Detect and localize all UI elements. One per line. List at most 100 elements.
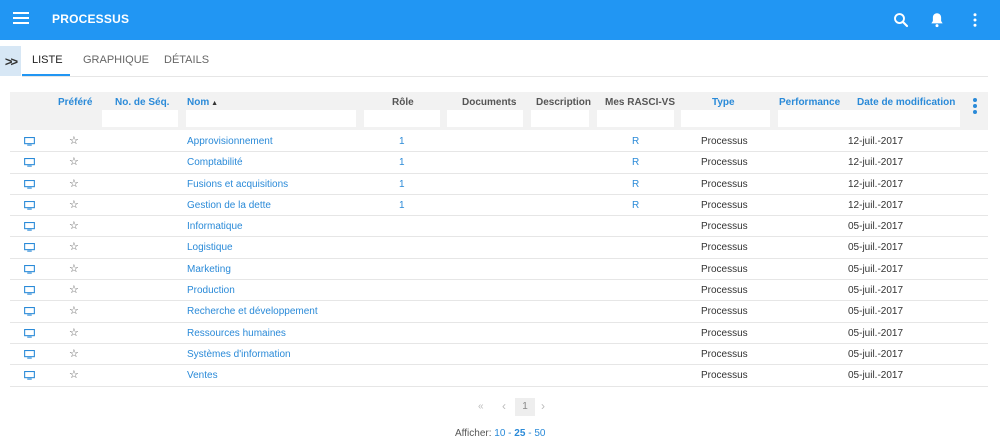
col-seq[interactable]: No. de Séq. (115, 97, 169, 108)
rasci-value[interactable]: R (632, 200, 639, 211)
filter-seq-input[interactable] (102, 110, 178, 127)
monitor-icon[interactable] (24, 200, 35, 210)
table-row[interactable]: ☆ Fusions et acquisitions 1 R Processus 12-ju… (10, 174, 988, 195)
page-size-25[interactable]: 25 (514, 428, 525, 439)
table-row[interactable]: ☆ Logistique Processus 05-juil.-2017 (10, 237, 988, 259)
col-type[interactable]: Type (712, 97, 735, 108)
table-row[interactable]: ☆ Ventes Processus 05-juil.-2017 (10, 365, 988, 387)
star-icon[interactable]: ☆ (69, 347, 79, 360)
table-row[interactable]: ☆ Informatique Processus 05-juil.-2017 (10, 216, 988, 238)
process-name-link[interactable]: Informatique (187, 221, 243, 232)
rasci-value[interactable]: R (632, 179, 639, 190)
expand-icon[interactable]: >> (0, 46, 21, 76)
star-icon[interactable]: ☆ (69, 177, 79, 190)
star-icon[interactable]: ☆ (69, 134, 79, 147)
table-row[interactable]: ☆ Recherche et développement Processus 05-j… (10, 301, 988, 323)
star-icon[interactable]: ☆ (69, 326, 79, 339)
filter-nom-input[interactable] (186, 110, 356, 127)
star-icon[interactable]: ☆ (69, 368, 79, 381)
date-value: 12-juil.-2017 (848, 199, 904, 211)
more-vert-icon[interactable] (966, 11, 984, 29)
tab-liste[interactable]: LISTE (32, 54, 63, 66)
role-count[interactable]: 1 (399, 136, 405, 147)
filter-documents-input[interactable] (447, 110, 523, 127)
table-row[interactable]: ☆ Comptabilité 1 R Processus 12-juil.-2017 (10, 152, 988, 174)
process-name-link[interactable]: Marketing (187, 264, 231, 275)
process-name-link[interactable]: Systèmes d'information (187, 349, 291, 360)
monitor-icon[interactable] (24, 179, 35, 189)
filter-description-input[interactable] (531, 110, 589, 127)
process-name-link[interactable]: Ressources humaines (187, 328, 286, 339)
column-options-icon[interactable] (973, 98, 977, 116)
monitor-icon[interactable] (24, 243, 35, 253)
current-page[interactable]: 1 (515, 398, 535, 416)
process-name-link[interactable]: Approvisionnement (187, 136, 273, 147)
process-name-link[interactable]: Recherche et développement (187, 306, 318, 317)
date-value: 12-juil.-2017 (848, 157, 904, 169)
col-prefere[interactable]: Préféré (58, 97, 92, 108)
col-role[interactable]: Rôle (392, 97, 414, 108)
date-value: 12-juil.-2017 (848, 178, 904, 190)
type-value: Processus (701, 306, 748, 318)
prev-page-icon[interactable]: ‹ (502, 399, 506, 413)
star-icon[interactable]: ☆ (69, 155, 79, 168)
process-name-link[interactable]: Production (187, 285, 235, 296)
monitor-icon[interactable] (24, 222, 35, 231)
role-count[interactable]: 1 (399, 157, 405, 168)
monitor-icon[interactable] (24, 371, 35, 380)
table-row[interactable]: ☆ Approvisionnement 1 R Processus 12-juil.-20… (10, 131, 988, 153)
filter-rasci-input[interactable] (597, 110, 674, 127)
table-row[interactable]: ☆ Production Processus 05-juil.-2017 (10, 280, 988, 302)
page-size-50[interactable]: 50 (534, 428, 545, 439)
table-body: ☆ Approvisionnement 1 R Processus 12-juil.-20… (10, 131, 988, 387)
filter-type-input[interactable] (681, 110, 770, 127)
process-name-link[interactable]: Fusions et acquisitions (187, 179, 288, 190)
page-size-selector: Afficher: 10 - 25 - 50 (455, 428, 546, 439)
page-size-10[interactable]: 10 (494, 428, 505, 439)
filter-date-input[interactable] (848, 110, 960, 127)
monitor-icon[interactable] (24, 286, 35, 295)
table-row[interactable]: ☆ Gestion de la dette 1 R Processus 12-juil.-… (10, 195, 988, 217)
star-icon[interactable]: ☆ (69, 304, 79, 317)
table-row[interactable]: ☆ Ressources humaines Processus 05-juil.-20… (10, 323, 988, 344)
col-date[interactable]: Date de modification (857, 97, 955, 108)
menu-icon[interactable] (13, 12, 29, 26)
col-rasci[interactable]: Mes RASCI-VS (605, 97, 675, 108)
search-icon[interactable] (892, 11, 910, 29)
tab-details[interactable]: DÉTAILS (164, 54, 209, 66)
table-row[interactable]: ☆ Systèmes d'information Processus 05-juil.… (10, 344, 988, 366)
col-documents[interactable]: Documents (462, 97, 516, 108)
monitor-icon[interactable] (24, 328, 35, 338)
table-row[interactable]: ☆ Marketing Processus 05-juil.-2017 (10, 259, 988, 281)
star-icon[interactable]: ☆ (69, 262, 79, 275)
rasci-value[interactable]: R (632, 136, 639, 147)
monitor-icon[interactable] (24, 349, 35, 359)
first-page-icon[interactable]: « (478, 401, 484, 412)
tab-graphique[interactable]: GRAPHIQUE (83, 54, 149, 66)
col-nom[interactable]: Nom ▲ (187, 97, 218, 108)
monitor-icon[interactable] (24, 264, 35, 274)
star-icon[interactable]: ☆ (69, 219, 79, 232)
star-icon[interactable]: ☆ (69, 198, 79, 211)
filter-role-input[interactable] (364, 110, 440, 127)
monitor-icon[interactable] (24, 307, 35, 317)
role-count[interactable]: 1 (399, 179, 405, 190)
col-nom-label: Nom (187, 97, 210, 108)
monitor-icon[interactable] (24, 137, 35, 146)
rasci-value[interactable]: R (632, 157, 639, 168)
bell-icon[interactable] (928, 11, 946, 29)
process-name-link[interactable]: Ventes (187, 370, 218, 381)
star-icon[interactable]: ☆ (69, 283, 79, 296)
process-name-link[interactable]: Logistique (187, 242, 233, 253)
date-value: 05-juil.-2017 (848, 263, 904, 275)
monitor-icon[interactable] (24, 158, 35, 167)
process-name-link[interactable]: Comptabilité (187, 157, 243, 168)
col-performance[interactable]: Performance (779, 97, 840, 108)
type-value: Processus (701, 136, 748, 147)
role-count[interactable]: 1 (399, 200, 405, 211)
filter-performance-input[interactable] (778, 110, 850, 127)
next-page-icon[interactable]: › (541, 399, 545, 413)
star-icon[interactable]: ☆ (69, 240, 79, 253)
col-description[interactable]: Description (536, 97, 591, 108)
process-name-link[interactable]: Gestion de la dette (187, 200, 271, 211)
